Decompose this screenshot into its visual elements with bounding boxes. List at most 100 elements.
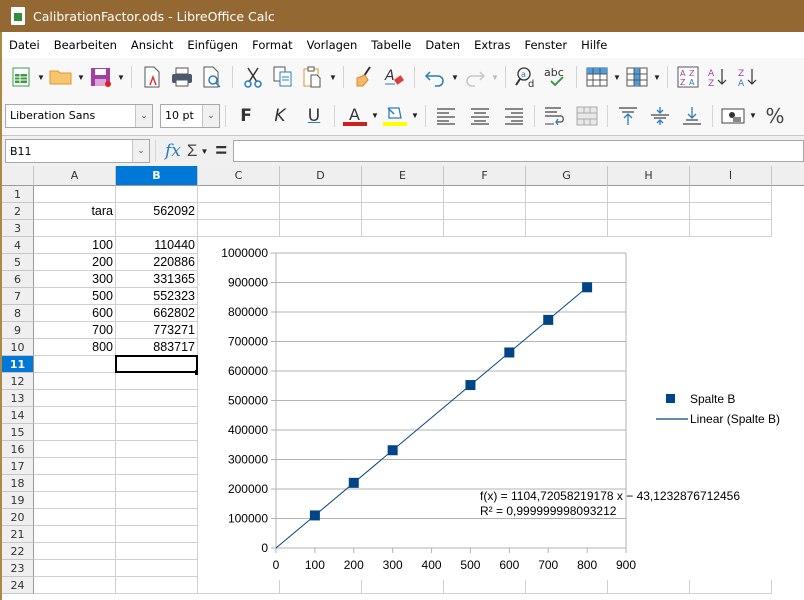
chart-svg[interactable]: 0 100000 200000 300000 400000 500000 600000 700… — [198, 237, 800, 580]
cell-B16[interactable] — [116, 441, 198, 458]
cell-H2[interactable] — [608, 203, 690, 220]
cell-A2[interactable]: tara — [34, 203, 116, 220]
row-header-1[interactable]: 1 — [2, 186, 34, 203]
cell-D2[interactable] — [280, 203, 362, 220]
column-header-next[interactable] — [772, 166, 804, 186]
cell-F2[interactable] — [444, 203, 526, 220]
cell-B13[interactable] — [116, 390, 198, 407]
column-header-I[interactable]: I — [690, 166, 772, 186]
column-dropdown[interactable]: ▼ — [652, 64, 662, 90]
cell-B23[interactable] — [116, 560, 198, 577]
cell-B9[interactable]: 773271 — [116, 322, 198, 339]
cell-A12[interactable] — [34, 373, 116, 390]
clone-formatting-button[interactable] — [351, 64, 377, 90]
cell-B18[interactable] — [116, 475, 198, 492]
merge-cells-button[interactable] — [574, 103, 600, 129]
menu-tabelle[interactable]: Tabelle — [364, 38, 418, 52]
cell-A13[interactable] — [34, 390, 116, 407]
select-all-corner[interactable] — [2, 166, 34, 186]
menu-ansicht[interactable]: Ansicht — [124, 38, 180, 52]
row-header-13[interactable]: 13 — [2, 390, 34, 407]
spreadsheet-grid[interactable]: A B C D E F G H I 1 2 tara 562092 3 4 100 110440 5 200 2208… — [2, 166, 804, 600]
cell-A18[interactable] — [34, 475, 116, 492]
function-wizard-button[interactable]: fx — [165, 141, 181, 161]
row-header-14[interactable]: 14 — [2, 407, 34, 424]
column-button[interactable] — [624, 64, 650, 90]
menu-hilfe[interactable]: Hilfe — [574, 38, 614, 52]
row-header-22[interactable]: 22 — [2, 543, 34, 560]
cut-button[interactable] — [240, 64, 266, 90]
cell-B19[interactable] — [116, 492, 198, 509]
row-header-3[interactable]: 3 — [2, 220, 34, 237]
cell-B17[interactable] — [116, 458, 198, 475]
chevron-down-icon[interactable]: ⌄ — [135, 104, 152, 127]
save-dropdown[interactable]: ▼ — [116, 64, 126, 90]
cell-A7[interactable]: 500 — [34, 288, 116, 305]
spelling-button[interactable]: abc — [543, 64, 569, 90]
font-size-combo[interactable]: 10 pt ⌄ — [160, 103, 220, 128]
row-header-5[interactable]: 5 — [2, 254, 34, 271]
row-header-2[interactable]: 2 — [2, 203, 34, 220]
row-header-8[interactable]: 8 — [2, 305, 34, 322]
row-dropdown[interactable]: ▼ — [612, 64, 622, 90]
cell-B6[interactable]: 331365 — [116, 271, 198, 288]
cell-F3[interactable] — [444, 220, 526, 237]
row-header-12[interactable]: 12 — [2, 373, 34, 390]
cell-A17[interactable] — [34, 458, 116, 475]
save-button[interactable] — [88, 64, 114, 90]
row-header-11[interactable]: 11 — [2, 356, 34, 373]
cell-A4[interactable]: 100 — [34, 237, 116, 254]
cell-A23[interactable] — [34, 560, 116, 577]
paste-button[interactable] — [300, 64, 326, 90]
row-button[interactable] — [584, 64, 610, 90]
cell-B21[interactable] — [116, 526, 198, 543]
cell-A11[interactable] — [34, 356, 116, 373]
row-header-19[interactable]: 19 — [2, 492, 34, 509]
undo-button[interactable] — [422, 64, 448, 90]
cell-D3[interactable] — [280, 220, 362, 237]
cell-B4[interactable]: 110440 — [116, 237, 198, 254]
align-left-button[interactable] — [433, 103, 459, 129]
clear-formatting-button[interactable]: A — [381, 64, 407, 90]
print-button[interactable] — [169, 64, 195, 90]
column-header-D[interactable]: D — [280, 166, 362, 186]
cell-I2[interactable] — [690, 203, 772, 220]
cell-B7[interactable]: 552323 — [116, 288, 198, 305]
cell-A10[interactable]: 800 — [34, 339, 116, 356]
menu-daten[interactable]: Daten — [418, 38, 467, 52]
row-header-7[interactable]: 7 — [2, 288, 34, 305]
cell-B10[interactable]: 883717 — [116, 339, 198, 356]
align-top-button[interactable] — [615, 103, 641, 129]
row-header-4[interactable]: 4 — [2, 237, 34, 254]
cell-H3[interactable] — [608, 220, 690, 237]
align-bottom-button[interactable] — [679, 103, 705, 129]
cell-B2[interactable]: 562092 — [116, 203, 198, 220]
row-header-9[interactable]: 9 — [2, 322, 34, 339]
name-box[interactable]: B11 ⌄ — [5, 139, 150, 163]
row-header-17[interactable]: 17 — [2, 458, 34, 475]
menu-fenster[interactable]: Fenster — [517, 38, 574, 52]
copy-button[interactable] — [270, 64, 296, 90]
cell-B3[interactable] — [116, 220, 198, 237]
open-dropdown[interactable]: ▼ — [76, 64, 86, 90]
cell-A14[interactable] — [34, 407, 116, 424]
row-header-21[interactable]: 21 — [2, 526, 34, 543]
column-header-A[interactable]: A — [34, 166, 116, 186]
sort-ascending-button[interactable]: AZ — [705, 64, 731, 90]
cell-B24[interactable] — [116, 577, 198, 594]
highlight-color-dropdown[interactable]: ▼ — [410, 103, 420, 129]
cell-B14[interactable] — [116, 407, 198, 424]
column-header-C[interactable]: C — [198, 166, 280, 186]
sort-button[interactable]: AZZA — [675, 64, 701, 90]
font-name-combo[interactable]: Liberation Sans ⌄ — [5, 103, 153, 128]
row-header-16[interactable]: 16 — [2, 441, 34, 458]
cell-G1[interactable] — [526, 186, 608, 203]
cell-E3[interactable] — [362, 220, 444, 237]
cell-B8[interactable]: 662802 — [116, 305, 198, 322]
cell-E2[interactable] — [362, 203, 444, 220]
row-header-6[interactable]: 6 — [2, 271, 34, 288]
number-format-button[interactable] — [720, 103, 746, 129]
number-format-dropdown[interactable]: ▼ — [748, 103, 758, 129]
cell-I3[interactable] — [690, 220, 772, 237]
row-header-24[interactable]: 24 — [2, 577, 34, 594]
